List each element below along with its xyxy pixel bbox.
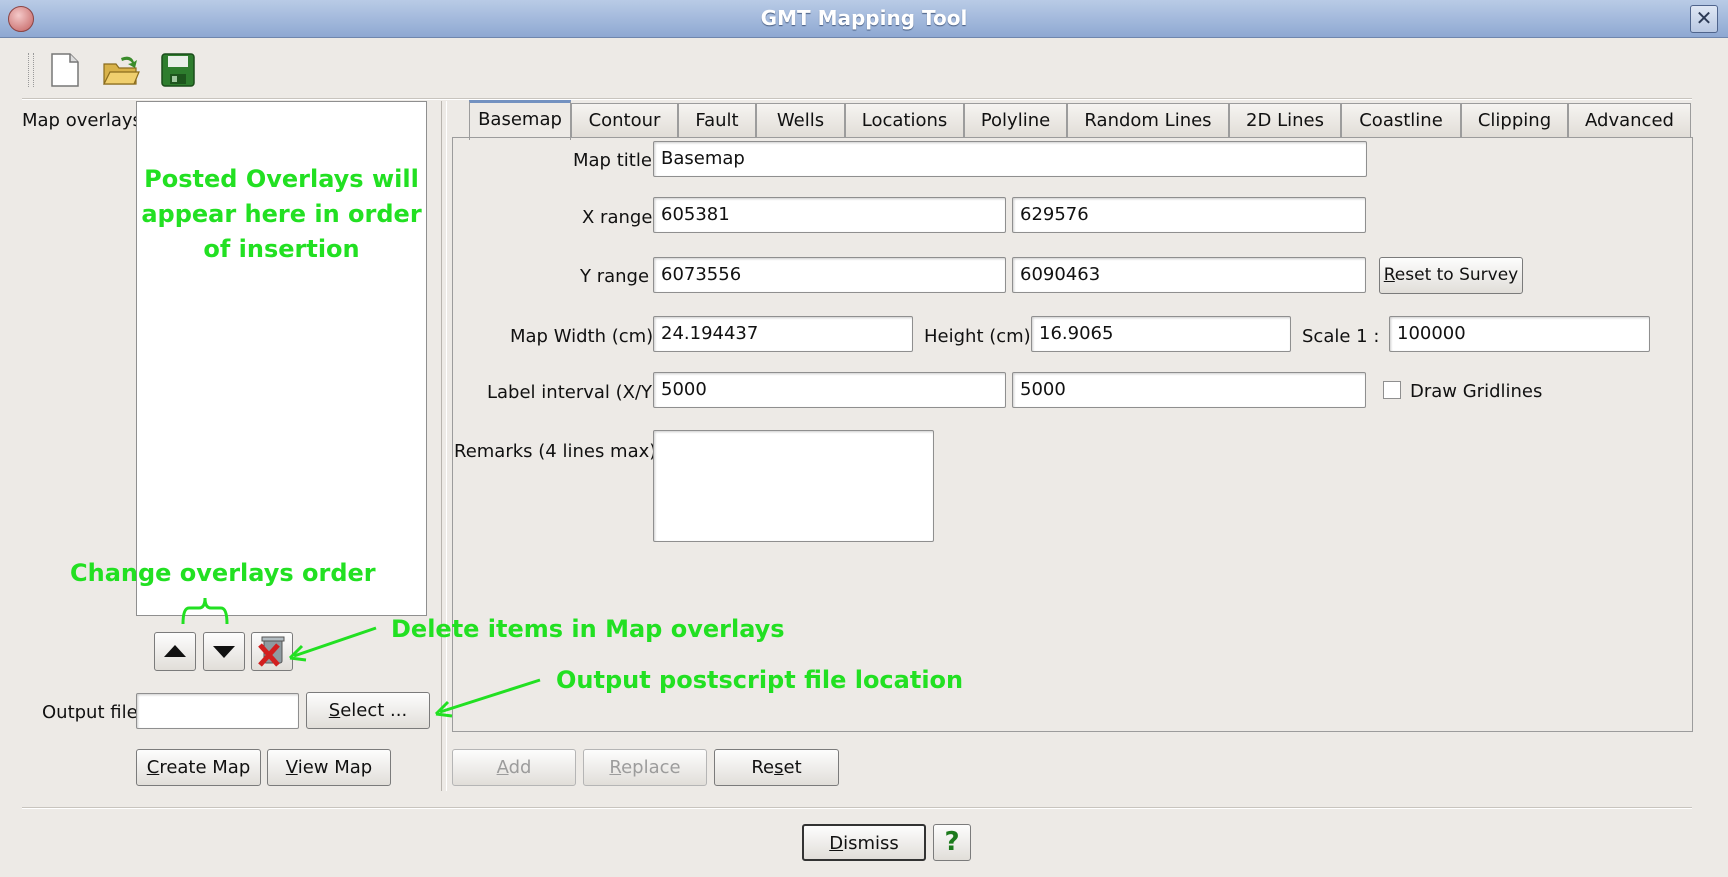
label-interval-x-input[interactable]: 5000 bbox=[653, 372, 1006, 408]
move-down-button[interactable] bbox=[203, 632, 245, 671]
y-min-input[interactable]: 6073556 bbox=[653, 257, 1006, 293]
create-map-button[interactable]: Create Map bbox=[136, 749, 261, 786]
posted-overlays-annotation: Posted Overlays will appear here in orde… bbox=[136, 162, 427, 267]
output-location-annotation: Output postscript file location bbox=[556, 666, 964, 694]
new-document-icon[interactable] bbox=[44, 50, 84, 90]
dismiss-mnemonic: D bbox=[829, 833, 844, 854]
replace-label: eplace bbox=[621, 757, 681, 778]
y-range-label: Y range bbox=[580, 266, 650, 287]
map-overlays-label: Map overlays bbox=[22, 110, 142, 131]
select-label: elect ... bbox=[340, 700, 408, 721]
dismiss-button[interactable]: Dismiss bbox=[802, 824, 926, 861]
x-max-input[interactable]: 629576 bbox=[1012, 197, 1366, 233]
tab-contour[interactable]: Contour bbox=[571, 103, 678, 137]
map-title-input[interactable]: Basemap bbox=[653, 141, 1367, 177]
delete-arrow-icon bbox=[288, 626, 377, 662]
dismiss-label: ismiss bbox=[843, 833, 899, 854]
posted-overlays-line-3: of insertion bbox=[203, 235, 360, 263]
tab-wells[interactable]: Wells bbox=[756, 103, 845, 137]
select-mnemonic: S bbox=[328, 700, 341, 721]
remarks-textarea[interactable] bbox=[653, 430, 934, 542]
output-file-input[interactable] bbox=[136, 693, 299, 729]
delete-items-annotation: Delete items in Map overlays bbox=[391, 615, 785, 643]
save-icon[interactable] bbox=[158, 50, 198, 90]
toolbar-grip bbox=[28, 53, 34, 87]
remarks-label: Remarks (4 lines max) bbox=[454, 441, 657, 462]
open-folder-icon[interactable] bbox=[101, 50, 141, 90]
view-map-button[interactable]: View Map bbox=[267, 749, 391, 786]
select-output-button[interactable]: Select ... bbox=[306, 692, 430, 729]
replace-mnemonic: R bbox=[609, 757, 622, 778]
create-map-label: reate Map bbox=[159, 757, 251, 778]
reset-to-survey-button[interactable]: Reset to Survey bbox=[1379, 257, 1523, 294]
view-map-label: iew Map bbox=[297, 757, 373, 778]
footer-divider bbox=[22, 807, 1692, 809]
view-map-mnemonic: V bbox=[285, 757, 298, 778]
posted-overlays-line-1: Posted Overlays will bbox=[144, 165, 419, 193]
tab-2d-lines[interactable]: 2D Lines bbox=[1229, 103, 1341, 137]
create-map-mnemonic: C bbox=[146, 757, 160, 778]
order-brace-icon bbox=[181, 597, 229, 625]
change-order-annotation: Change overlays order bbox=[70, 559, 376, 587]
scale-input[interactable]: 100000 bbox=[1389, 316, 1650, 352]
add-button[interactable]: Add bbox=[452, 749, 576, 786]
label-interval-y-input[interactable]: 5000 bbox=[1012, 372, 1366, 408]
draw-gridlines-label: Draw Gridlines bbox=[1410, 381, 1543, 402]
reset-mnemonic: s bbox=[774, 757, 784, 778]
y-max-input[interactable]: 6090463 bbox=[1012, 257, 1366, 293]
output-file-label: Output file bbox=[42, 702, 138, 723]
x-range-label: X range bbox=[582, 207, 653, 228]
add-label: dd bbox=[508, 757, 532, 778]
add-mnemonic: A bbox=[496, 757, 509, 778]
reset-label-pre: Re bbox=[751, 757, 775, 778]
reset-survey-mnemonic: R bbox=[1383, 265, 1395, 285]
window-title: GMT Mapping Tool bbox=[760, 6, 968, 30]
tab-basemap[interactable]: Basemap bbox=[469, 100, 571, 140]
reset-label-post: et bbox=[783, 757, 802, 778]
reset-survey-label: eset to Survey bbox=[1394, 265, 1519, 285]
arrow-up-icon bbox=[164, 645, 186, 657]
move-up-button[interactable] bbox=[154, 632, 196, 671]
map-width-label: Map Width (cm) bbox=[510, 326, 654, 347]
tab-random-lines[interactable]: Random Lines bbox=[1067, 103, 1229, 137]
draw-gridlines-checkbox[interactable] bbox=[1383, 381, 1401, 399]
height-input[interactable]: 16.9065 bbox=[1031, 316, 1291, 352]
tab-coastline[interactable]: Coastline bbox=[1341, 103, 1461, 137]
help-button[interactable]: ? bbox=[933, 824, 971, 861]
replace-button[interactable]: Replace bbox=[583, 749, 707, 786]
tab-advanced[interactable]: Advanced bbox=[1568, 103, 1691, 137]
height-label: Height (cm) bbox=[924, 326, 1031, 347]
x-min-input[interactable]: 605381 bbox=[653, 197, 1006, 233]
label-interval-label: Label interval (X/Y) bbox=[487, 382, 660, 403]
tab-clipping[interactable]: Clipping bbox=[1461, 103, 1568, 137]
tab-fault[interactable]: Fault bbox=[678, 103, 756, 137]
output-arrow-icon bbox=[434, 678, 541, 718]
map-width-input[interactable]: 24.194437 bbox=[653, 316, 913, 352]
map-title-label: Map title bbox=[573, 150, 652, 171]
close-button[interactable]: ✕ bbox=[1690, 5, 1718, 33]
arrow-down-icon bbox=[213, 646, 235, 658]
help-icon: ? bbox=[944, 827, 960, 857]
toolbar-divider bbox=[22, 98, 1692, 100]
tab-polyline[interactable]: Polyline bbox=[964, 103, 1067, 137]
scale-label: Scale 1 : bbox=[1302, 326, 1380, 347]
tab-locations[interactable]: Locations bbox=[845, 103, 964, 137]
posted-overlays-line-2: appear here in order bbox=[141, 200, 422, 228]
reset-button[interactable]: Reset bbox=[714, 749, 839, 786]
